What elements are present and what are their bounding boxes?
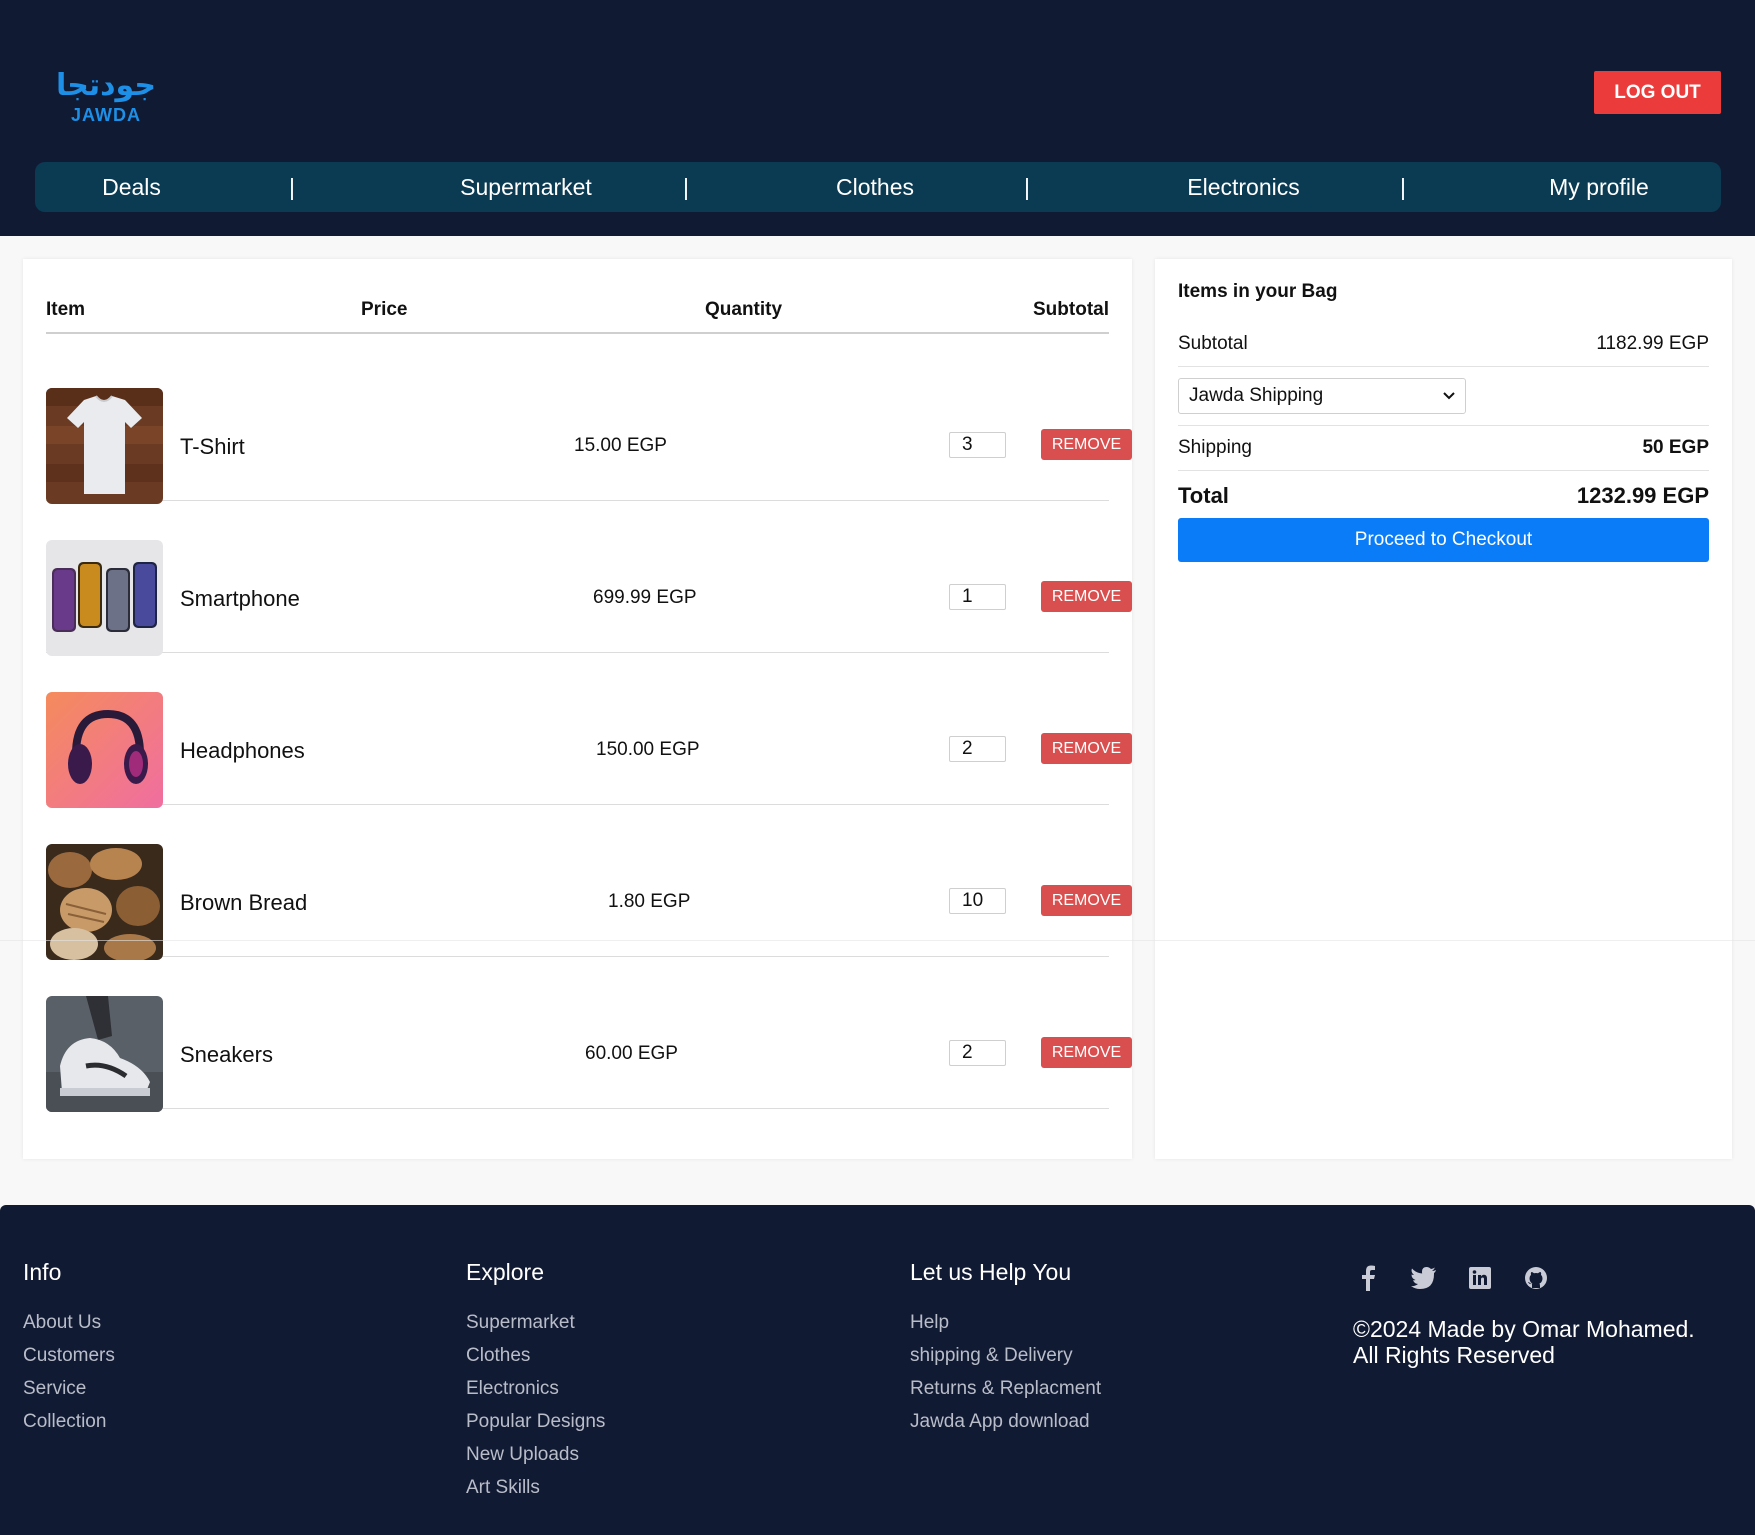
shipping-select-value: Jawda Shipping: [1189, 385, 1324, 406]
footer-column-info: Info About Us Customers Service Collecti…: [23, 1259, 115, 1438]
column-header-quantity: Quantity: [705, 299, 783, 320]
footer-link[interactable]: Supermarket: [466, 1306, 605, 1339]
divider: [1178, 470, 1709, 471]
footer-link[interactable]: Clothes: [466, 1339, 605, 1372]
nav-item-deals[interactable]: Deals: [35, 162, 228, 212]
product-image-sneakers[interactable]: [46, 996, 163, 1112]
nav-item-my-profile[interactable]: My profile: [1482, 162, 1716, 212]
footer-link[interactable]: Customers: [23, 1339, 115, 1372]
proceed-to-checkout-button[interactable]: Proceed to Checkout: [1178, 518, 1709, 562]
site-footer: Info About Us Customers Service Collecti…: [0, 1205, 1755, 1535]
remove-button[interactable]: REMOVE: [1041, 429, 1132, 460]
quantity-input[interactable]: 2: [949, 1040, 1006, 1066]
product-image-headphones[interactable]: [46, 692, 163, 808]
total-value: 1232.99 EGP: [1576, 483, 1709, 508]
footer-link[interactable]: Collection: [23, 1405, 115, 1438]
twitter-icon[interactable]: [1409, 1263, 1439, 1293]
footer-link[interactable]: Jawda App download: [910, 1405, 1101, 1438]
copyright-text: ©2024 Made by Omar Mohamed. All Rights R…: [1353, 1316, 1713, 1368]
footer-link[interactable]: Service: [23, 1372, 115, 1405]
jawda-logo[interactable]: جودتجا JAWDA: [56, 68, 156, 126]
footer-link[interactable]: Electronics: [466, 1372, 605, 1405]
cart-row: Headphones 150.00 EGP 2 REMOVE: [46, 653, 1132, 808]
nav-separator: |: [683, 174, 689, 200]
item-name[interactable]: Headphones: [180, 738, 305, 764]
summary-title: Items in your Bag: [1178, 281, 1338, 302]
cart-table-header: Item Price Quantity Subtotal: [46, 299, 1109, 334]
divider: [1178, 366, 1709, 367]
subtotal-value: 1182.99 EGP: [1596, 333, 1709, 354]
nav-item-clothes[interactable]: Clothes: [775, 162, 975, 212]
divider: [0, 940, 1755, 941]
product-image-tshirt[interactable]: [46, 388, 163, 504]
cart-row: Brown Bread 1.80 EGP 10 REMOVE: [46, 805, 1132, 960]
logo-arabic-text: جودتجا: [56, 68, 156, 103]
footer-link[interactable]: New Uploads: [466, 1438, 605, 1471]
footer-column-help: Let us Help You Help shipping & Delivery…: [910, 1259, 1101, 1438]
main-nav: Deals | Supermarket | Clothes | Electron…: [35, 162, 1721, 212]
footer-link[interactable]: Help: [910, 1306, 1101, 1339]
footer-heading: Explore: [466, 1259, 544, 1285]
item-name[interactable]: Brown Bread: [180, 890, 307, 916]
nav-separator: |: [1024, 174, 1030, 200]
shipping-label: Shipping: [1178, 437, 1252, 458]
remove-button[interactable]: REMOVE: [1041, 733, 1132, 764]
nav-separator: |: [1400, 174, 1406, 200]
item-price: 1.80 EGP: [608, 891, 691, 912]
footer-heading: Info: [23, 1259, 62, 1285]
item-price: 15.00 EGP: [574, 435, 667, 456]
quantity-input[interactable]: 10: [949, 888, 1006, 914]
site-header: جودتجا JAWDA LOG OUT Deals | Supermarket…: [0, 0, 1755, 236]
order-summary: Items in your Bag Subtotal 1182.99 EGP J…: [1155, 259, 1732, 1159]
product-image-brown-bread[interactable]: [46, 844, 163, 960]
footer-link[interactable]: About Us: [23, 1306, 115, 1339]
nav-item-electronics[interactable]: Electronics: [1121, 162, 1366, 212]
column-header-subtotal: Subtotal: [1033, 299, 1109, 320]
remove-button[interactable]: REMOVE: [1041, 885, 1132, 916]
logo-latin-text: JAWDA: [71, 105, 142, 125]
linkedin-icon[interactable]: [1465, 1263, 1495, 1293]
cart-row: T-Shirt 15.00 EGP 3 REMOVE: [46, 349, 1132, 504]
footer-link[interactable]: Returns & Replacment: [910, 1372, 1101, 1405]
shipping-select[interactable]: Jawda Shipping: [1178, 378, 1466, 414]
chevron-down-icon: [1443, 379, 1455, 425]
item-price: 60.00 EGP: [585, 1043, 678, 1064]
nav-separator: |: [289, 174, 295, 200]
copyright-line: All Rights Reserved: [1353, 1342, 1555, 1368]
column-header-price: Price: [361, 299, 408, 320]
footer-column-explore: Explore Supermarket Clothes Electronics …: [466, 1259, 605, 1504]
remove-button[interactable]: REMOVE: [1041, 581, 1132, 612]
item-name[interactable]: Smartphone: [180, 586, 300, 612]
footer-link[interactable]: shipping & Delivery: [910, 1339, 1101, 1372]
column-header-item: Item: [46, 299, 86, 320]
cart-row: Sneakers 60.00 EGP 2 REMOVE: [46, 957, 1132, 1112]
cart-row: Smartphone 699.99 EGP 1 REMOVE: [46, 501, 1132, 656]
copyright-line: ©2024 Made by Omar Mohamed.: [1353, 1316, 1695, 1342]
footer-link[interactable]: Popular Designs: [466, 1405, 605, 1438]
logout-button[interactable]: LOG OUT: [1594, 71, 1721, 114]
quantity-input[interactable]: 2: [949, 736, 1006, 762]
social-links: [1353, 1263, 1551, 1293]
item-name[interactable]: Sneakers: [180, 1042, 273, 1068]
remove-button[interactable]: REMOVE: [1041, 1037, 1132, 1068]
cart-table: Item Price Quantity Subtotal T-Shirt 15.…: [23, 259, 1132, 1159]
shipping-value: 50 EGP: [1642, 437, 1709, 458]
github-icon[interactable]: [1521, 1263, 1551, 1293]
quantity-input[interactable]: 1: [949, 584, 1006, 610]
product-image-smartphone[interactable]: [46, 540, 163, 656]
divider: [1178, 425, 1709, 426]
footer-link[interactable]: Art Skills: [466, 1471, 605, 1504]
item-price: 150.00 EGP: [596, 739, 700, 760]
quantity-input[interactable]: 3: [949, 432, 1006, 458]
item-name[interactable]: T-Shirt: [180, 434, 245, 460]
total-label: Total: [1178, 483, 1229, 508]
subtotal-label: Subtotal: [1178, 333, 1248, 354]
item-price: 699.99 EGP: [593, 587, 697, 608]
footer-heading: Let us Help You: [910, 1259, 1072, 1285]
nav-item-supermarket[interactable]: Supermarket: [393, 162, 659, 212]
facebook-icon[interactable]: [1353, 1263, 1383, 1293]
